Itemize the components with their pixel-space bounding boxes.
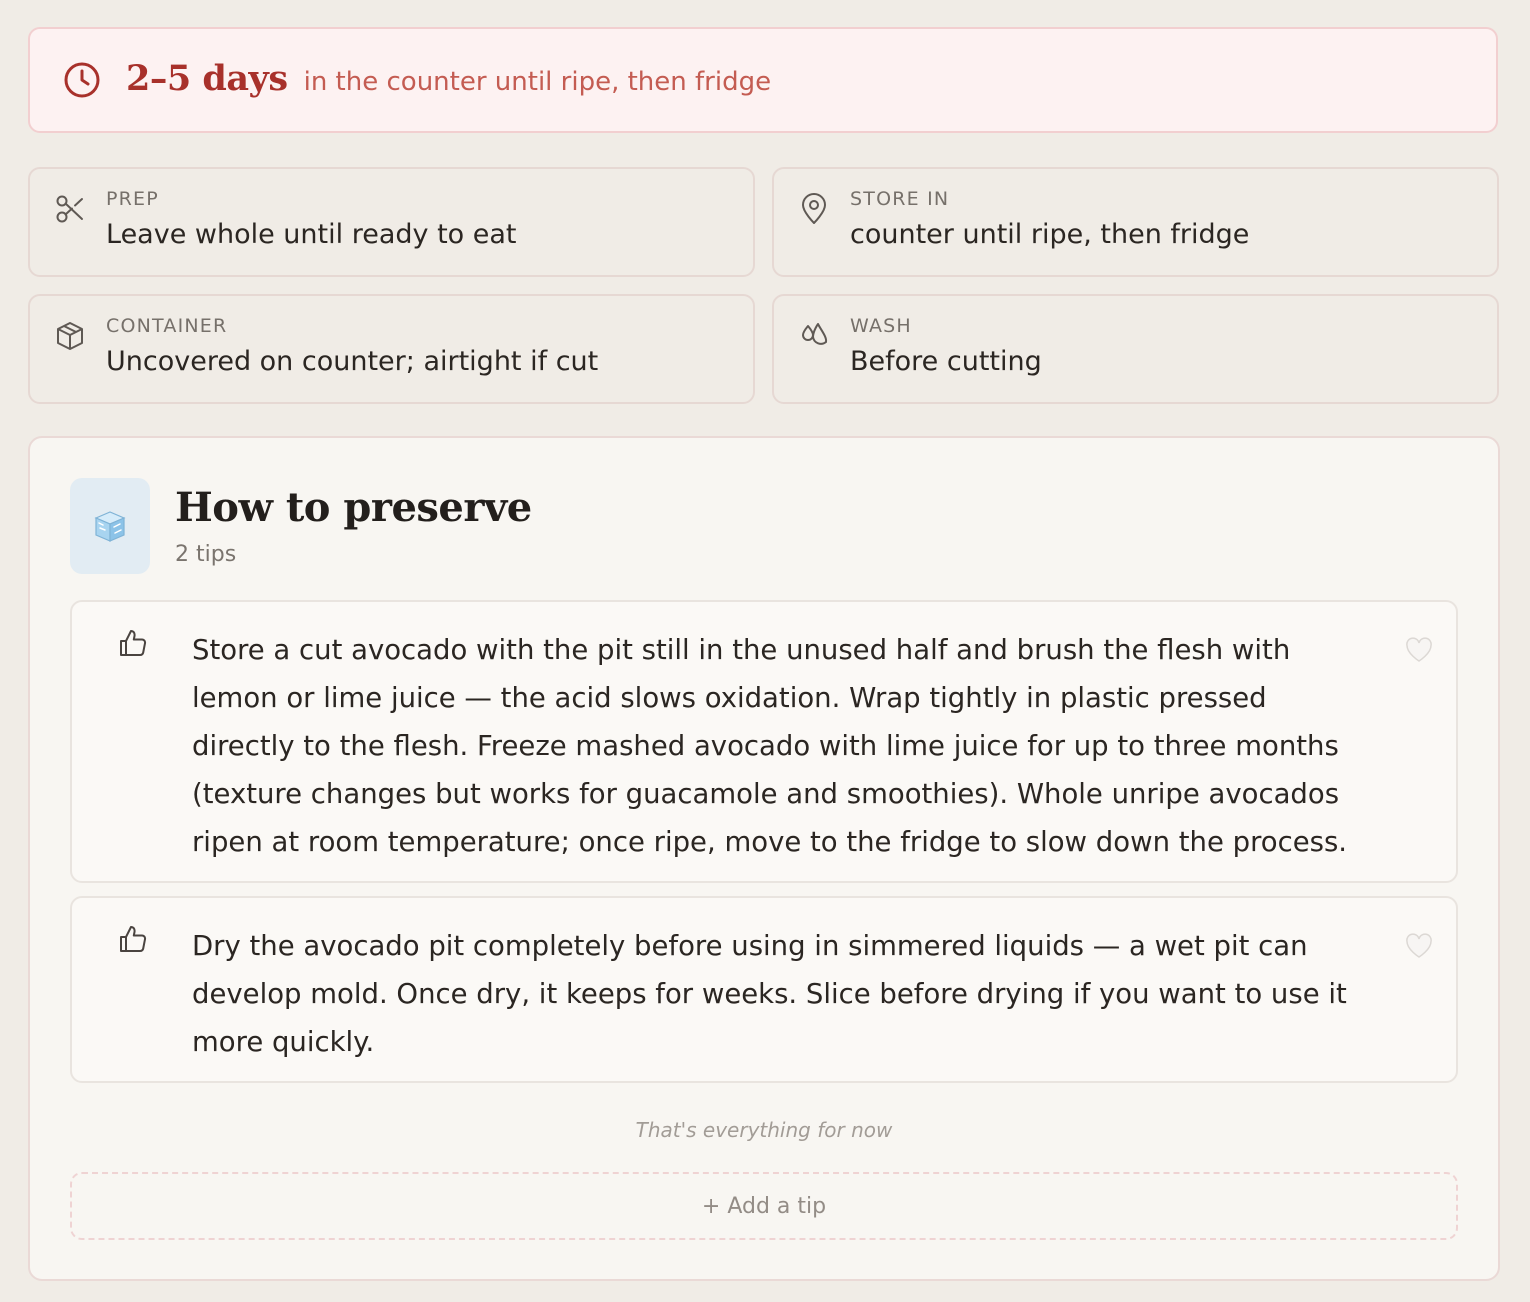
prep-value: Leave whole until ready to eat bbox=[106, 219, 517, 250]
wash-value: Before cutting bbox=[850, 346, 1042, 377]
container-card: CONTAINER Uncovered on counter; airtight… bbox=[28, 294, 755, 404]
tip-card: Store a cut avocado with the pit still i… bbox=[70, 600, 1458, 883]
clock-icon bbox=[62, 60, 102, 100]
heart-icon[interactable] bbox=[1404, 636, 1434, 664]
shelf-life-duration: 2–5 days bbox=[126, 57, 288, 99]
location-pin-icon bbox=[798, 193, 830, 225]
container-value: Uncovered on counter; airtight if cut bbox=[106, 346, 599, 377]
wash-label: WASH bbox=[850, 315, 912, 337]
ice-cube-icon bbox=[70, 478, 150, 574]
wash-card: WASH Before cutting bbox=[772, 294, 1499, 404]
add-tip-button[interactable]: + Add a tip bbox=[70, 1172, 1458, 1240]
tip-text: Store a cut avocado with the pit still i… bbox=[192, 634, 1348, 858]
store-in-value: counter until ripe, then fridge bbox=[850, 219, 1250, 250]
heart-icon[interactable] bbox=[1404, 932, 1434, 960]
preserve-title: How to preserve bbox=[175, 484, 532, 531]
thumbs-up-icon[interactable] bbox=[116, 626, 150, 660]
tip-count: 2 tips bbox=[175, 542, 237, 567]
prep-card: PREP Leave whole until ready to eat bbox=[28, 167, 755, 277]
droplets-icon bbox=[798, 320, 830, 352]
prep-label: PREP bbox=[106, 188, 159, 210]
store-in-label: STORE IN bbox=[850, 188, 950, 210]
container-label: CONTAINER bbox=[106, 315, 228, 337]
tip-text: Dry the avocado pit completely before us… bbox=[192, 930, 1347, 1058]
shelf-life-banner: 2–5 days in the counter until ripe, then… bbox=[28, 27, 1498, 133]
box-icon bbox=[54, 320, 86, 352]
shelf-life-note: in the counter until ripe, then fridge bbox=[303, 67, 772, 97]
preserve-panel: How to preserve 2 tips Store a cut avoca… bbox=[28, 436, 1500, 1281]
page: 2–5 days in the counter until ripe, then… bbox=[0, 0, 1530, 1302]
end-of-list-note: That's everything for now bbox=[635, 1118, 893, 1142]
thumbs-up-icon[interactable] bbox=[116, 922, 150, 956]
store-in-card: STORE IN counter until ripe, then fridge bbox=[772, 167, 1499, 277]
tip-card: Dry the avocado pit completely before us… bbox=[70, 896, 1458, 1083]
scissors-icon bbox=[54, 193, 86, 225]
